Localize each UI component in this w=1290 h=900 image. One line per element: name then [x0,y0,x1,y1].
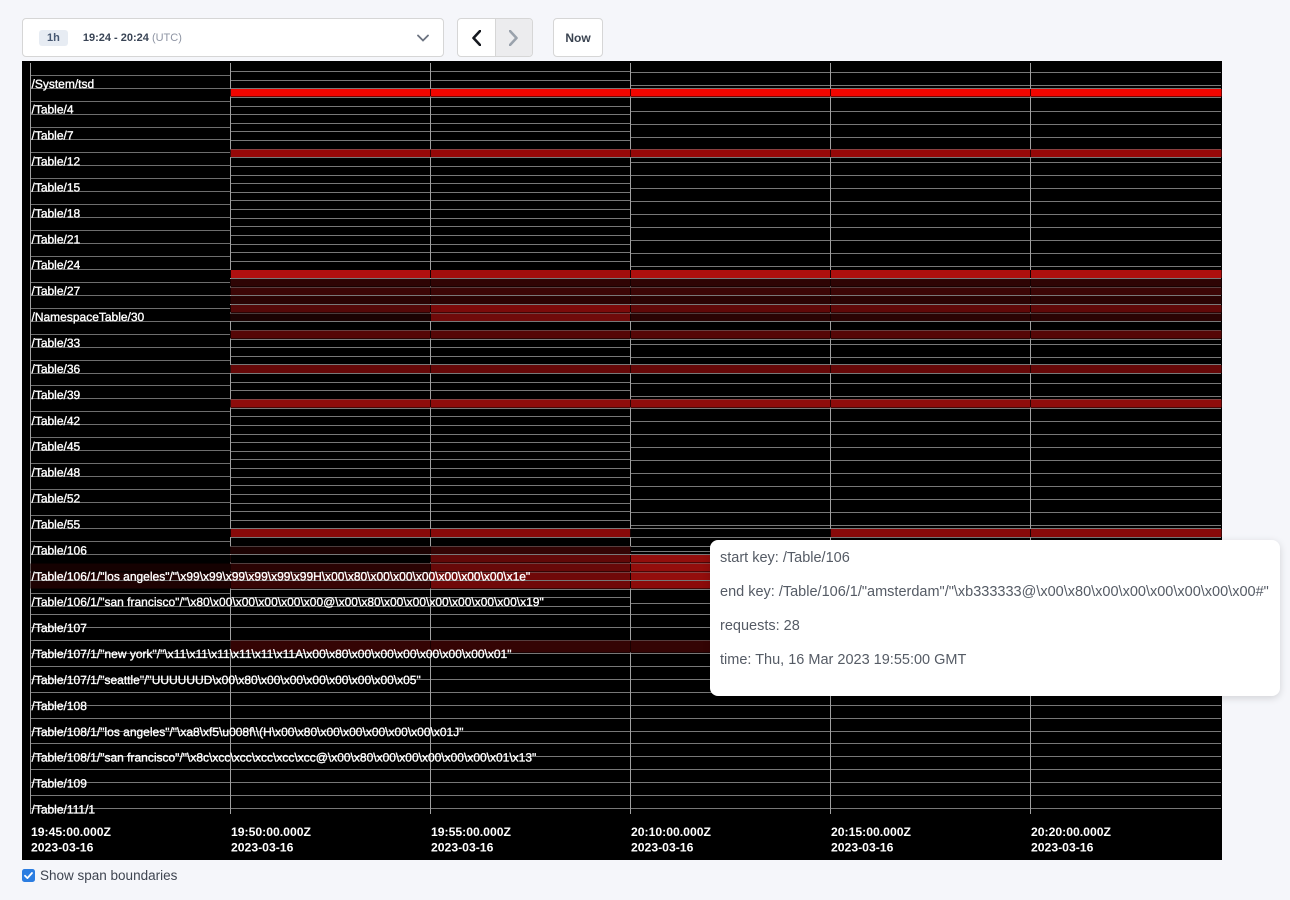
svg-text:/Table/18: /Table/18 [32,206,81,220]
svg-text:/Table/108: /Table/108 [32,699,88,713]
svg-text:2023-03-16: 2023-03-16 [631,841,694,855]
svg-text:/Table/21: /Table/21 [32,232,81,246]
svg-text:/Table/33: /Table/33 [32,336,81,350]
svg-text:20:10:00.000Z: 20:10:00.000Z [631,825,712,839]
svg-text:/Table/4: /Table/4 [32,103,74,117]
svg-text:/Table/55: /Table/55 [32,517,81,531]
svg-text:/Table/27: /Table/27 [32,284,81,298]
svg-text:/Table/45: /Table/45 [32,440,81,454]
svg-text:/Table/36: /Table/36 [32,362,81,376]
svg-text:19:50:00.000Z: 19:50:00.000Z [231,825,312,839]
svg-text:/Table/39: /Table/39 [32,388,81,402]
svg-text:/Table/108/1/"san francisco"/": /Table/108/1/"san francisco"/"\x8c\xcc\x… [32,751,537,765]
svg-text:20:20:00.000Z: 20:20:00.000Z [1031,825,1112,839]
svg-text:/NamespaceTable/30: /NamespaceTable/30 [32,310,145,324]
svg-text:/Table/108/1/"los angeles"/"\x: /Table/108/1/"los angeles"/"\xa8\xf5\u00… [32,725,464,739]
svg-text:19:45:00.000Z: 19:45:00.000Z [31,825,112,839]
svg-text:/Table/106/1/"los angeles"/"\x: /Table/106/1/"los angeles"/"\x99\x99\x99… [32,569,531,583]
svg-text:/Table/106: /Table/106 [32,543,88,557]
svg-text:/Table/12: /Table/12 [32,155,81,169]
svg-text:2023-03-16: 2023-03-16 [831,841,894,855]
svg-text:/Table/15: /Table/15 [32,181,81,195]
svg-text:/Table/52: /Table/52 [32,492,81,506]
svg-text:/Table/109: /Table/109 [32,777,88,791]
svg-text:/Table/24: /Table/24 [32,258,81,272]
svg-text:/Table/7: /Table/7 [32,129,74,143]
svg-text:/Table/107: /Table/107 [32,621,88,635]
svg-text:/Table/106/1/"san francisco"/": /Table/106/1/"san francisco"/"\x80\x00\x… [32,595,544,609]
svg-text:2023-03-16: 2023-03-16 [1031,841,1094,855]
svg-text:/Table/42: /Table/42 [32,414,81,428]
svg-text:20:15:00.000Z: 20:15:00.000Z [831,825,912,839]
svg-text:/System/tsd: /System/tsd [32,77,95,91]
svg-text:/Table/48: /Table/48 [32,466,81,480]
svg-text:2023-03-16: 2023-03-16 [31,841,94,855]
svg-text:/Table/107/1/"new york"/"\x11\: /Table/107/1/"new york"/"\x11\x11\x11\x1… [32,647,512,661]
svg-text:19:55:00.000Z: 19:55:00.000Z [431,825,512,839]
svg-text:/Table/107/1/"seattle"/"UUUUUU: /Table/107/1/"seattle"/"UUUUUUD\x00\x80\… [32,673,421,687]
svg-text:/Table/111/1: /Table/111/1 [32,803,96,817]
svg-text:2023-03-16: 2023-03-16 [431,841,494,855]
svg-text:2023-03-16: 2023-03-16 [231,841,294,855]
